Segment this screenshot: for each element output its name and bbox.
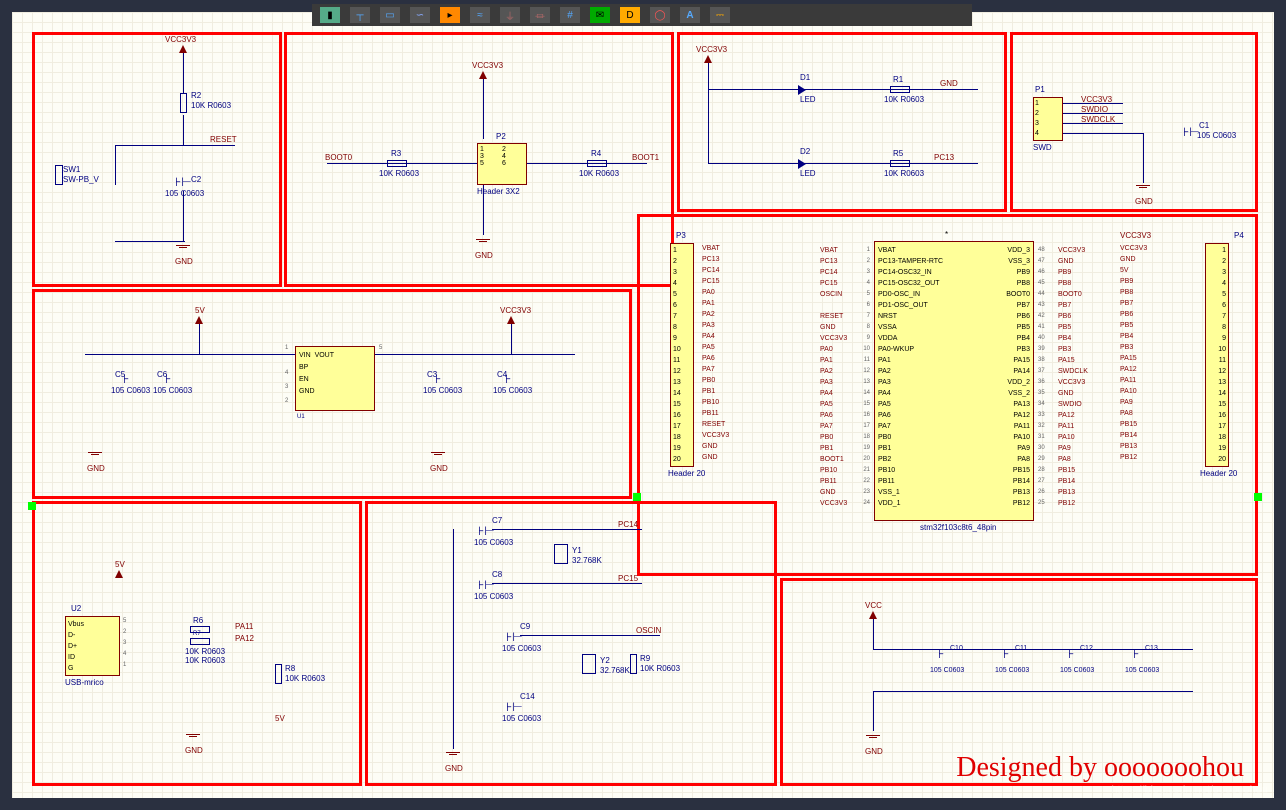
r3-val: 10K R0603	[379, 169, 419, 178]
chip-star: *	[945, 230, 948, 239]
usb-conn: Vbus D- D+ ID G	[65, 616, 120, 676]
gnd-swd	[1135, 185, 1151, 189]
watermark: https://blog.csdn.net/oooooohou	[1111, 784, 1268, 796]
reg-vout: VCC3V3	[500, 306, 531, 315]
schematic-canvas[interactable]: ▮ ┬ ▭ ∽ ▸ ≈ ⏚ ⏛ # ✉ D ◯ A ⎓ VCC3V3 R2 10…	[0, 0, 1286, 810]
d1-ref: D1	[800, 73, 810, 82]
tool-net[interactable]: ┬	[350, 7, 370, 23]
tool-gnd[interactable]: ⏛	[530, 7, 550, 23]
r2-ref: R2	[191, 91, 201, 100]
net-pc13: PC13	[934, 153, 954, 162]
net-reset: RESET	[210, 135, 237, 144]
sw1-val: SW-PB_V	[63, 175, 99, 184]
header-p2: P2 123456	[477, 143, 527, 185]
r5-val: 10K R0603	[884, 169, 924, 178]
r1-val: 10K R0603	[884, 95, 924, 104]
sw1-ref: SW1	[63, 165, 80, 174]
cap-c2: ⊦⊢	[175, 175, 192, 189]
regulator-chip: VIN VOUT BP EN GND	[295, 346, 375, 411]
r9	[630, 654, 637, 674]
block-swd: P1 1234 SWD VCC3V3 SWDIO SWDCLK ⊦⊢ C1 10…	[1010, 32, 1258, 212]
chip-name: stm32f103c8t6_48pin	[920, 523, 997, 532]
toolbar: ▮ ┬ ▭ ∽ ▸ ≈ ⏚ ⏛ # ✉ D ◯ A ⎓	[312, 4, 972, 26]
p3-val: Header 20	[668, 469, 705, 478]
net-boot1: BOOT1	[632, 153, 659, 162]
block-usb: 5V U2 Vbus D- D+ ID G 5 2 3 4 1 USB-mric…	[32, 501, 362, 786]
p3-ref: P3	[676, 231, 686, 240]
u1-ref: U1	[297, 414, 305, 420]
p1-val: SWD	[1033, 143, 1052, 152]
tool-sheet[interactable]: ⎓	[710, 7, 730, 23]
block-leds: VCC3V3 D1 LED R1 10K R0603 GND D2 LED R5…	[677, 32, 1007, 212]
decouple-vcc: VCC	[865, 601, 882, 610]
tool-bus[interactable]: ▭	[380, 7, 400, 23]
net-led-gnd: GND	[940, 79, 958, 88]
resistor-r2	[180, 93, 187, 113]
tool-note[interactable]: #	[560, 7, 580, 23]
reg-5v: 5V	[195, 306, 205, 315]
gnd-boot	[475, 239, 491, 243]
c1-val: 105 C0603	[1197, 131, 1236, 140]
net-vcc3v3: VCC3V3	[165, 35, 196, 44]
r4-val: 10K R0603	[579, 169, 619, 178]
net-vcc-led: VCC3V3	[696, 45, 727, 54]
tool-text[interactable]: ✉	[590, 7, 610, 23]
d2-ref: D2	[800, 147, 810, 156]
p1-ref: P1	[1035, 85, 1045, 94]
d2-val: LED	[800, 169, 816, 178]
c1-ref: C1	[1199, 121, 1209, 130]
r5-ref: R5	[893, 149, 903, 158]
r4-ref: R4	[591, 149, 601, 158]
block-boot: VCC3V3 P2 123456 Header 3X2 BOOT0 R3 10K…	[284, 32, 674, 287]
tool-port[interactable]: ▸	[440, 7, 460, 23]
u2-ref: U2	[71, 604, 81, 613]
tool-arc[interactable]: ◯	[650, 7, 670, 23]
power-vcc3v3	[179, 45, 187, 53]
r1-ref: R1	[893, 75, 903, 84]
designed-by-label: Designed by ooooooohou	[956, 752, 1244, 784]
p4-val: Header 20	[1200, 469, 1237, 478]
gnd-reset	[175, 245, 191, 249]
r2-val: 10K R0603	[191, 101, 231, 110]
r4	[587, 160, 607, 167]
tool-text2[interactable]: A	[680, 7, 700, 23]
block-osc: ⊦⊢ C7 105 C0603 PC14 Y1 32.768K ⊦⊢ C8 10…	[365, 501, 777, 786]
r5	[890, 160, 910, 167]
p2-ref: P2	[496, 132, 506, 141]
gnd-label: GND	[175, 257, 193, 266]
header-p1: 1234	[1033, 97, 1063, 141]
r7	[190, 638, 210, 645]
tool-power[interactable]: ⏚	[500, 7, 520, 23]
block-reset: VCC3V3 R2 10K R0603 RESET SW1 SW-PB_V ⊦⊢…	[32, 32, 282, 287]
u2-val: USB-mrico	[65, 678, 104, 687]
c2-val: 105 C0603	[165, 189, 204, 198]
net-boot0: BOOT0	[325, 153, 352, 162]
tool-place[interactable]: ▮	[320, 7, 340, 23]
r8	[275, 664, 282, 684]
net-vcc-boot: VCC3V3	[472, 61, 503, 70]
c2-ref: C2	[191, 175, 201, 184]
tool-netlabel[interactable]: ≈	[470, 7, 490, 23]
d1-val: LED	[800, 95, 816, 104]
r3	[387, 160, 407, 167]
tool-wire[interactable]: ∽	[410, 7, 430, 23]
tool-directive[interactable]: D	[620, 7, 640, 23]
p4-ref: P4	[1234, 231, 1244, 240]
r3-ref: R3	[391, 149, 401, 158]
r1	[890, 86, 910, 93]
block-regulator: 5V VIN VOUT BP EN GND 1 5 4 3 2 U1 VCC3V…	[32, 289, 632, 499]
